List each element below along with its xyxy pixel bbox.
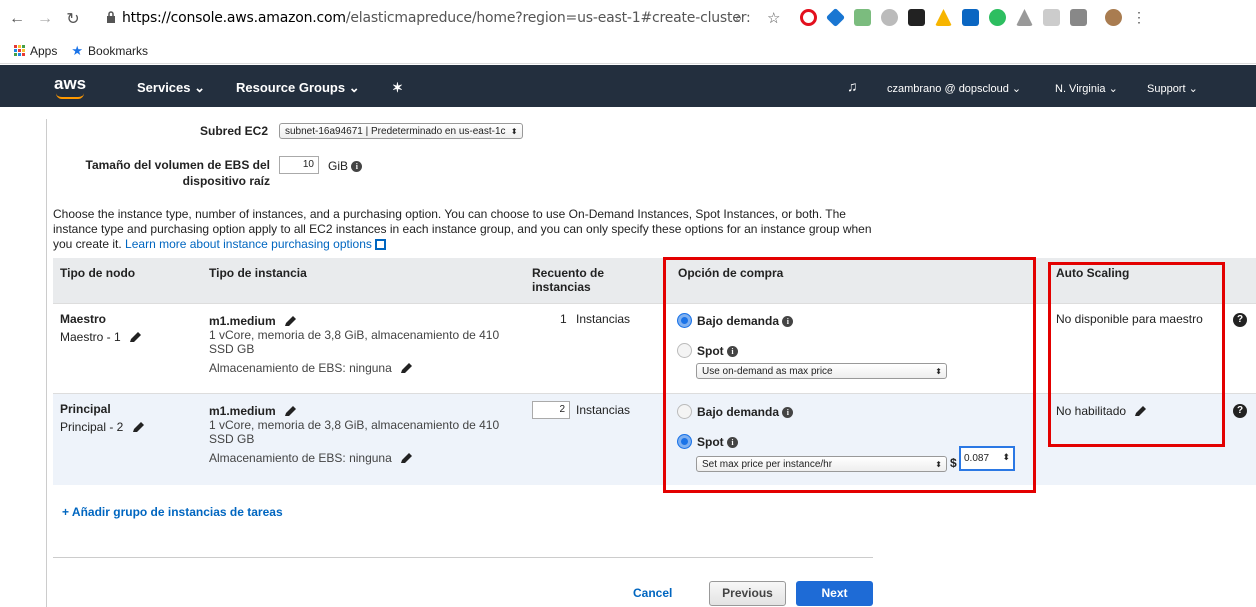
subnet-select[interactable]: subnet-16a94671 | Predeterminado en us-e… [279, 123, 523, 139]
apps-grid-icon [14, 45, 25, 56]
previous-button[interactable]: Previous [709, 581, 786, 606]
add-task-group-link[interactable]: + Añadir grupo de instancias de tareas [62, 505, 283, 519]
instance-description: Choose the instance type, number of inst… [53, 207, 873, 252]
ebs-storage: Almacenamiento de EBS: ninguna [209, 361, 413, 375]
pencil-icon[interactable] [283, 315, 297, 328]
bookmark-bookmarks[interactable]: ★ Bookmarks [71, 43, 148, 59]
support-menu[interactable]: Support ⌄ [1147, 82, 1198, 95]
facebook-icon[interactable] [1070, 9, 1087, 26]
evernote-icon[interactable] [989, 9, 1006, 26]
select-arrow-icon: ⬍ [510, 127, 518, 136]
pencil-icon[interactable] [128, 331, 142, 344]
subnet-value: subnet-16a94671 | Predeterminado en us-e… [285, 126, 506, 137]
drive-icon[interactable] [1016, 9, 1033, 26]
instance-spec: 1 vCore, memoria de 3,8 GiB, almacenamie… [209, 418, 500, 432]
browser-toolbar: ← → ↻ https://console.aws.amazon.com/ela… [0, 0, 1256, 38]
instance-count-unit: Instancias [576, 403, 631, 417]
main-content: Subred EC2 subnet-16a94671 | Predetermin… [0, 107, 1256, 607]
account-menu[interactable]: czambrano @ dopscloud ⌄ [887, 82, 1021, 95]
next-button[interactable]: Next [796, 581, 873, 606]
instance-count-input[interactable]: 2 [532, 401, 570, 419]
aws-logo[interactable]: aws [54, 74, 86, 94]
bell-icon[interactable]: ♫ [847, 78, 858, 94]
opera-icon[interactable] [800, 9, 817, 26]
menu-icon[interactable]: ⋮ [1132, 9, 1146, 26]
instance-spec: 1 vCore, memoria de 3,8 GiB, almacenamie… [209, 328, 500, 342]
ebs-storage: Almacenamiento de EBS: ninguna [209, 451, 413, 465]
cancel-button[interactable]: Cancel [633, 586, 672, 600]
instance-type: m1.medium [209, 314, 297, 328]
extension-green-icon[interactable] [854, 9, 871, 26]
header-count: Recuento de instancias [532, 266, 605, 294]
address-bar[interactable]: https://console.aws.amazon.com/elasticma… [122, 10, 751, 26]
instance-count-unit: Instancias [576, 312, 631, 326]
extensions-bar: ⋮ [800, 7, 1146, 28]
external-link-icon [375, 239, 387, 251]
pin-icon[interactable]: ✶ [392, 80, 403, 96]
url-path: /elasticmapreduce/home?region=us-east-1#… [345, 10, 751, 26]
extension-person-icon[interactable] [1043, 9, 1060, 26]
pencil-icon[interactable] [399, 452, 413, 465]
back-icon[interactable]: ← [6, 10, 28, 28]
url-host: https://console.aws.amazon.com [122, 10, 346, 26]
purchase-option-highlight [663, 257, 1036, 493]
header-instance-type: Tipo de instancia [209, 266, 307, 280]
aws-navbar: aws Services ⌄ Resource Groups ⌄ ✶ ♫ cza… [0, 65, 1256, 107]
instance-type: m1.medium [209, 404, 297, 418]
help-icon[interactable]: ? [1233, 313, 1247, 327]
bookmark-bookmarks-label: Bookmarks [88, 43, 149, 58]
lock-icon [107, 11, 115, 23]
ebs-size-input[interactable]: 10 [279, 156, 319, 174]
extension-blue-icon[interactable] [825, 7, 846, 28]
node-type: Maestro [60, 312, 107, 326]
subnet-label: Subred EC2 [200, 124, 269, 138]
node-type: Principal [60, 402, 111, 416]
bookmark-apps[interactable]: Apps [14, 44, 57, 58]
region-menu[interactable]: N. Virginia ⌄ [1055, 82, 1118, 95]
node-name: Maestro - 1 [60, 330, 142, 344]
pencil-icon[interactable] [131, 421, 145, 434]
forward-icon[interactable]: → [34, 10, 56, 28]
reload-icon[interactable]: ↻ [62, 9, 84, 29]
help-icon[interactable]: ? [1233, 404, 1247, 418]
resource-groups-menu[interactable]: Resource Groups ⌄ [236, 80, 360, 96]
autoscaling-highlight [1048, 262, 1225, 447]
star-icon[interactable]: ☆ [767, 9, 780, 27]
extension-k-icon[interactable] [908, 9, 925, 26]
extension-triangle-icon[interactable] [935, 9, 952, 26]
footer-divider [53, 557, 873, 558]
extension-shield-icon[interactable] [881, 9, 898, 26]
content-divider [46, 119, 47, 607]
pencil-icon[interactable] [399, 362, 413, 375]
bookmark-apps-label: Apps [30, 43, 58, 58]
learn-more-link[interactable]: Learn more about instance purchasing opt… [125, 237, 387, 251]
instance-count: 1 [560, 312, 567, 326]
header-node-type: Tipo de nodo [60, 266, 136, 280]
pencil-icon[interactable] [283, 405, 297, 418]
instance-spec-2: SSD GB [209, 342, 255, 356]
services-menu[interactable]: Services ⌄ [137, 80, 205, 96]
profile-avatar-icon[interactable] [1105, 9, 1122, 26]
info-icon[interactable]: i [351, 161, 363, 173]
node-name: Principal - 2 [60, 420, 145, 434]
linkedin-icon[interactable] [962, 9, 979, 26]
ebs-label: Tamaño del volumen de EBS del dispositivo… [85, 158, 270, 188]
ebs-unit: GiB i [328, 159, 363, 173]
star-filled-icon: ★ [71, 42, 84, 58]
bookmarks-bar: Apps ★ Bookmarks [0, 38, 1256, 64]
aws-smile-icon [56, 93, 84, 99]
zoom-icon[interactable]: ⌕ [735, 10, 742, 26]
instance-spec-2: SSD GB [209, 432, 255, 446]
